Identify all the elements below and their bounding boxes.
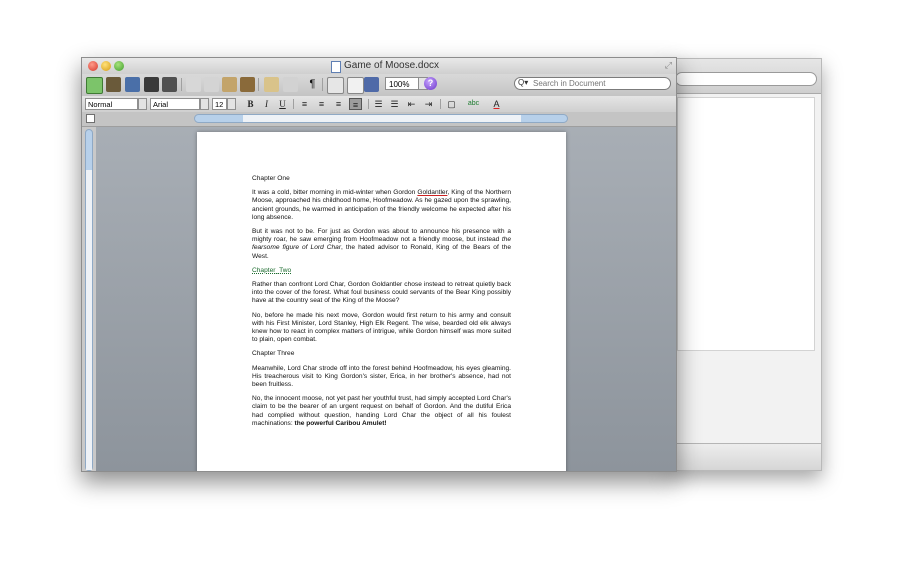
- font-color-icon[interactable]: A: [490, 98, 503, 110]
- spelling-flagged-word[interactable]: Goldantler: [417, 189, 447, 196]
- document-window: Game of Moose.docx ⤢ ¶ 100% ? Q▾ Normal …: [81, 57, 677, 472]
- align-center-icon[interactable]: ≡: [315, 98, 328, 110]
- document-page[interactable]: Chapter One It was a cold, bitter mornin…: [197, 132, 566, 471]
- paragraph: No, before he made his next move, Gordon…: [252, 311, 511, 344]
- decrease-indent-icon[interactable]: ⇤: [405, 98, 418, 110]
- paragraph: Meanwhile, Lord Char strode off into the…: [252, 364, 511, 389]
- chapter-heading: Chapter Three: [252, 350, 295, 358]
- template-gallery-icon[interactable]: [106, 77, 121, 92]
- toolbar-separator: [368, 99, 369, 109]
- style-dropdown-button[interactable]: [138, 98, 147, 110]
- document-body[interactable]: Chapter One It was a cold, bitter mornin…: [252, 175, 511, 434]
- borders-icon[interactable]: ▢: [445, 98, 458, 110]
- align-right-icon[interactable]: ≡: [332, 98, 345, 110]
- italic-button[interactable]: I: [260, 98, 273, 110]
- search-box[interactable]: Q▾: [514, 77, 671, 90]
- toolbox-icon[interactable]: [347, 77, 364, 94]
- chapter-heading: Chapter_Two: [252, 266, 292, 274]
- numbered-list-icon[interactable]: ☰: [388, 98, 401, 110]
- bulleted-list-icon[interactable]: ☰: [372, 98, 385, 110]
- increase-indent-icon[interactable]: ⇥: [422, 98, 435, 110]
- toolbar-separator: [440, 99, 441, 109]
- background-search-field[interactable]: [675, 72, 817, 86]
- paste-icon[interactable]: [222, 77, 237, 92]
- paragraph: But it was not to be. For just as Gordon…: [252, 228, 511, 260]
- background-toolbar: [669, 59, 821, 94]
- title-bar: Game of Moose.docx ⤢: [82, 58, 676, 74]
- underline-button[interactable]: U: [276, 98, 289, 110]
- background-window: [668, 58, 822, 471]
- zoom-value: 100%: [389, 80, 410, 89]
- bold-button[interactable]: B: [244, 98, 257, 110]
- new-document-icon[interactable]: [86, 77, 103, 94]
- highlight-icon[interactable]: abc: [467, 98, 480, 110]
- fullscreen-icon[interactable]: ⤢: [665, 60, 672, 71]
- zoom-field[interactable]: 100%: [385, 77, 419, 90]
- justify-icon[interactable]: ≡: [349, 98, 362, 110]
- document-canvas: Chapter One It was a cold, bitter mornin…: [96, 127, 676, 471]
- vertical-ruler-text-area: [86, 170, 92, 470]
- sidebar-icon[interactable]: [327, 77, 344, 94]
- window-title: Game of Moose.docx: [344, 60, 440, 71]
- tab-selector-icon[interactable]: [86, 114, 95, 123]
- close-window-button[interactable]: [88, 61, 98, 71]
- paragraph: No, the innocent moose, not yet past her…: [252, 395, 511, 427]
- vertical-ruler[interactable]: [85, 129, 93, 471]
- minimize-window-button[interactable]: [101, 61, 111, 71]
- save-icon[interactable]: [144, 77, 159, 92]
- chapter-heading: Chapter One: [252, 175, 290, 182]
- format-painter-icon[interactable]: [240, 77, 255, 92]
- formatting-toolbar: Normal Arial 12 B I U ≡ ≡ ≡ ≡ ☰ ☰ ⇤ ⇥ ▢ …: [82, 96, 676, 113]
- print-icon[interactable]: [162, 77, 177, 92]
- align-left-icon[interactable]: ≡: [298, 98, 311, 110]
- search-icon[interactable]: Q▾: [518, 78, 528, 87]
- open-icon[interactable]: [125, 77, 140, 92]
- standard-toolbar: ¶ 100% ? Q▾: [82, 74, 676, 97]
- font-dropdown-button[interactable]: [200, 98, 209, 110]
- help-icon[interactable]: ?: [424, 77, 437, 90]
- style-select[interactable]: Normal: [85, 98, 138, 110]
- background-statusbar: [669, 443, 821, 470]
- horizontal-ruler-bar: [82, 112, 676, 168]
- toolbar-separator: [322, 78, 323, 91]
- media-browser-icon[interactable]: [364, 77, 379, 92]
- font-select[interactable]: Arial: [150, 98, 200, 110]
- toolbar-separator: [181, 78, 182, 91]
- cut-icon[interactable]: [186, 77, 201, 92]
- undo-icon[interactable]: [264, 77, 279, 92]
- background-panel: [677, 97, 815, 351]
- paragraph: It was a cold, bitter morning in mid-win…: [252, 189, 511, 221]
- ruler-text-area: [243, 115, 521, 122]
- copy-icon[interactable]: [204, 77, 219, 92]
- redo-icon[interactable]: [283, 77, 298, 92]
- search-input[interactable]: [533, 78, 663, 89]
- show-formatting-icon[interactable]: ¶: [305, 77, 320, 92]
- document-icon: [331, 61, 341, 73]
- toolbar-separator: [293, 99, 294, 109]
- horizontal-ruler[interactable]: [194, 114, 568, 123]
- font-size-dropdown-button[interactable]: [227, 98, 236, 110]
- toolbar-separator: [258, 78, 259, 91]
- font-size-select[interactable]: 12: [212, 98, 227, 110]
- zoom-window-button[interactable]: [114, 61, 124, 71]
- paragraph: Rather than confront Lord Char, Gordon G…: [252, 281, 511, 305]
